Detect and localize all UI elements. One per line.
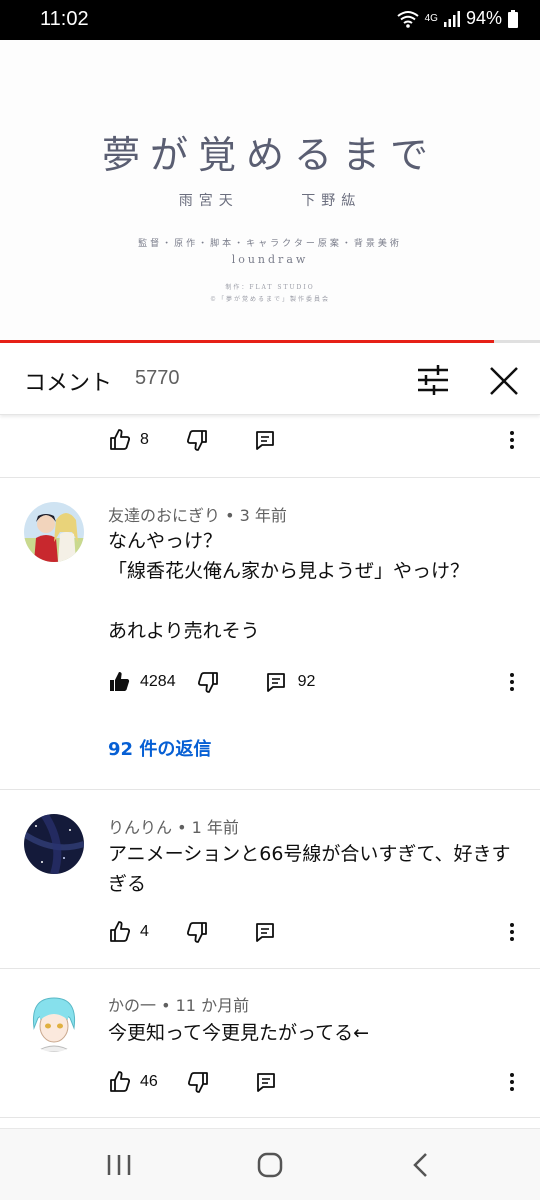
comment-icon — [256, 923, 274, 942]
more-vert-icon — [510, 923, 514, 941]
thumb-down-icon — [186, 430, 207, 451]
like-button[interactable]: 46 — [108, 1070, 158, 1094]
comment-time: 1 年前 — [191, 818, 239, 837]
status-time: 11:02 — [40, 8, 89, 30]
recent-apps-button[interactable] — [101, 1147, 137, 1183]
home-icon — [257, 1152, 283, 1178]
view-replies-link[interactable]: 92 件の返信 — [108, 735, 211, 761]
tune-icon — [418, 365, 448, 395]
dislike-button[interactable] — [186, 1070, 210, 1094]
battery-icon — [508, 9, 518, 28]
more-vert-icon — [510, 673, 514, 691]
like-button[interactable]: 4 — [108, 920, 149, 944]
thumb-up-icon — [110, 1071, 131, 1092]
avatar-image — [24, 992, 84, 1052]
comment-time: 3 年前 — [239, 506, 287, 525]
reply-button[interactable] — [253, 428, 277, 452]
comment-meta: かの一 • 11 か月前 — [108, 992, 249, 1016]
divider — [0, 477, 540, 478]
comment-actions: 4284 92 — [108, 668, 315, 696]
comment-actions: 46 — [108, 1068, 278, 1096]
like-count: 46 — [140, 1073, 158, 1090]
cast-name: 下野紘 — [301, 193, 362, 209]
avatar[interactable] — [24, 992, 84, 1052]
comment-time: 11 か月前 — [175, 996, 250, 1015]
close-comments-button[interactable] — [486, 363, 522, 399]
status-bar: 11:02 4G 94% — [0, 0, 540, 40]
thumb-up-filled-icon — [110, 672, 130, 691]
like-count: 4 — [140, 923, 149, 940]
battery-percent: 94% — [465, 8, 502, 28]
comment-text: なんやっけ？ 「線香花火俺ん家から見ようぜ」やっけ？ あれより売れそう — [108, 530, 470, 642]
back-button[interactable] — [403, 1147, 439, 1183]
video-copyright: ©「夢が覚めるまで」製作委員会 — [209, 296, 330, 303]
wifi-icon — [397, 10, 419, 28]
back-icon — [413, 1153, 427, 1177]
comment-menu-button[interactable] — [500, 1070, 524, 1094]
comments-title: コメント — [24, 371, 113, 396]
comment-author[interactable]: 友達のおにぎり — [108, 506, 220, 525]
reply-button[interactable] — [254, 1070, 278, 1094]
thumb-down-icon — [187, 1072, 208, 1093]
network-label: 4G — [424, 12, 438, 24]
comment-meta: りんりん • 1 年前 — [108, 814, 239, 838]
comments-header: コメント 5770 — [0, 343, 540, 415]
dislike-button[interactable] — [196, 670, 220, 694]
close-icon — [490, 367, 518, 395]
divider — [0, 968, 540, 969]
signal-icon — [443, 10, 460, 27]
thumb-up-icon — [110, 429, 131, 450]
cast-name: 雨宮天 — [178, 193, 239, 209]
dislike-button[interactable] — [185, 920, 209, 944]
like-count: 4284 — [140, 673, 176, 690]
thumb-down-icon — [186, 922, 207, 943]
avatar-image — [24, 814, 84, 874]
comment-text: 今更知って今更見たがってる← — [108, 1022, 370, 1044]
home-button[interactable] — [252, 1147, 288, 1183]
reply-button[interactable] — [253, 920, 277, 944]
comment-icon — [256, 431, 274, 450]
comment-menu-button[interactable] — [500, 920, 524, 944]
video-player[interactable]: 夢が覚めるまで 雨宮天 下野紘 監督・原作・脚本・キャラクター原案・背景美術 l… — [0, 40, 540, 343]
divider — [0, 1117, 540, 1118]
more-vert-icon — [510, 431, 514, 449]
comment-author[interactable]: かの一 — [108, 996, 156, 1015]
divider — [0, 789, 540, 790]
like-button[interactable]: 8 — [108, 428, 149, 452]
dislike-button[interactable] — [185, 428, 209, 452]
thumb-down-icon — [197, 672, 218, 693]
like-count: 8 — [140, 431, 149, 448]
video-cast: 雨宮天 下野紘 — [0, 190, 540, 210]
avatar[interactable] — [24, 814, 84, 874]
thumb-up-icon — [110, 921, 131, 942]
avatar-image — [24, 502, 84, 562]
meta-separator: • — [156, 996, 176, 1015]
comment-menu-button[interactable] — [500, 428, 524, 452]
comment-menu-button[interactable] — [500, 670, 524, 694]
comment-actions: 4 — [108, 918, 277, 946]
reply-count: 92 — [297, 673, 316, 690]
system-nav-bar — [0, 1128, 540, 1200]
recent-apps-icon — [107, 1155, 131, 1175]
video-credit: 監督・原作・脚本・キャラクター原案・背景美術 — [138, 239, 402, 249]
more-vert-icon — [510, 1073, 514, 1091]
comment-meta: 友達のおにぎり • 3 年前 — [108, 502, 287, 526]
sort-filter-button[interactable] — [414, 363, 452, 397]
video-director: loundraw — [231, 253, 309, 266]
status-icons: 4G 94% — [397, 8, 518, 29]
meta-separator: • — [220, 506, 240, 525]
video-studio: 制作：FLAT STUDIO — [225, 284, 315, 291]
comment-icon — [256, 1073, 275, 1092]
meta-separator: • — [172, 818, 192, 837]
avatar[interactable] — [24, 502, 84, 562]
comment-author[interactable]: りんりん — [108, 818, 172, 837]
like-button[interactable]: 4284 — [108, 670, 176, 694]
comments-count: 5770 — [135, 367, 180, 389]
comment-text: アニメーションと66号線が合いすぎて、好きすぎる — [108, 843, 511, 895]
comment-actions: 8 — [108, 426, 277, 454]
video-title-text: 夢が覚めるまで — [101, 133, 438, 177]
reply-button[interactable]: 92 — [264, 670, 316, 694]
comment-icon — [266, 673, 285, 692]
